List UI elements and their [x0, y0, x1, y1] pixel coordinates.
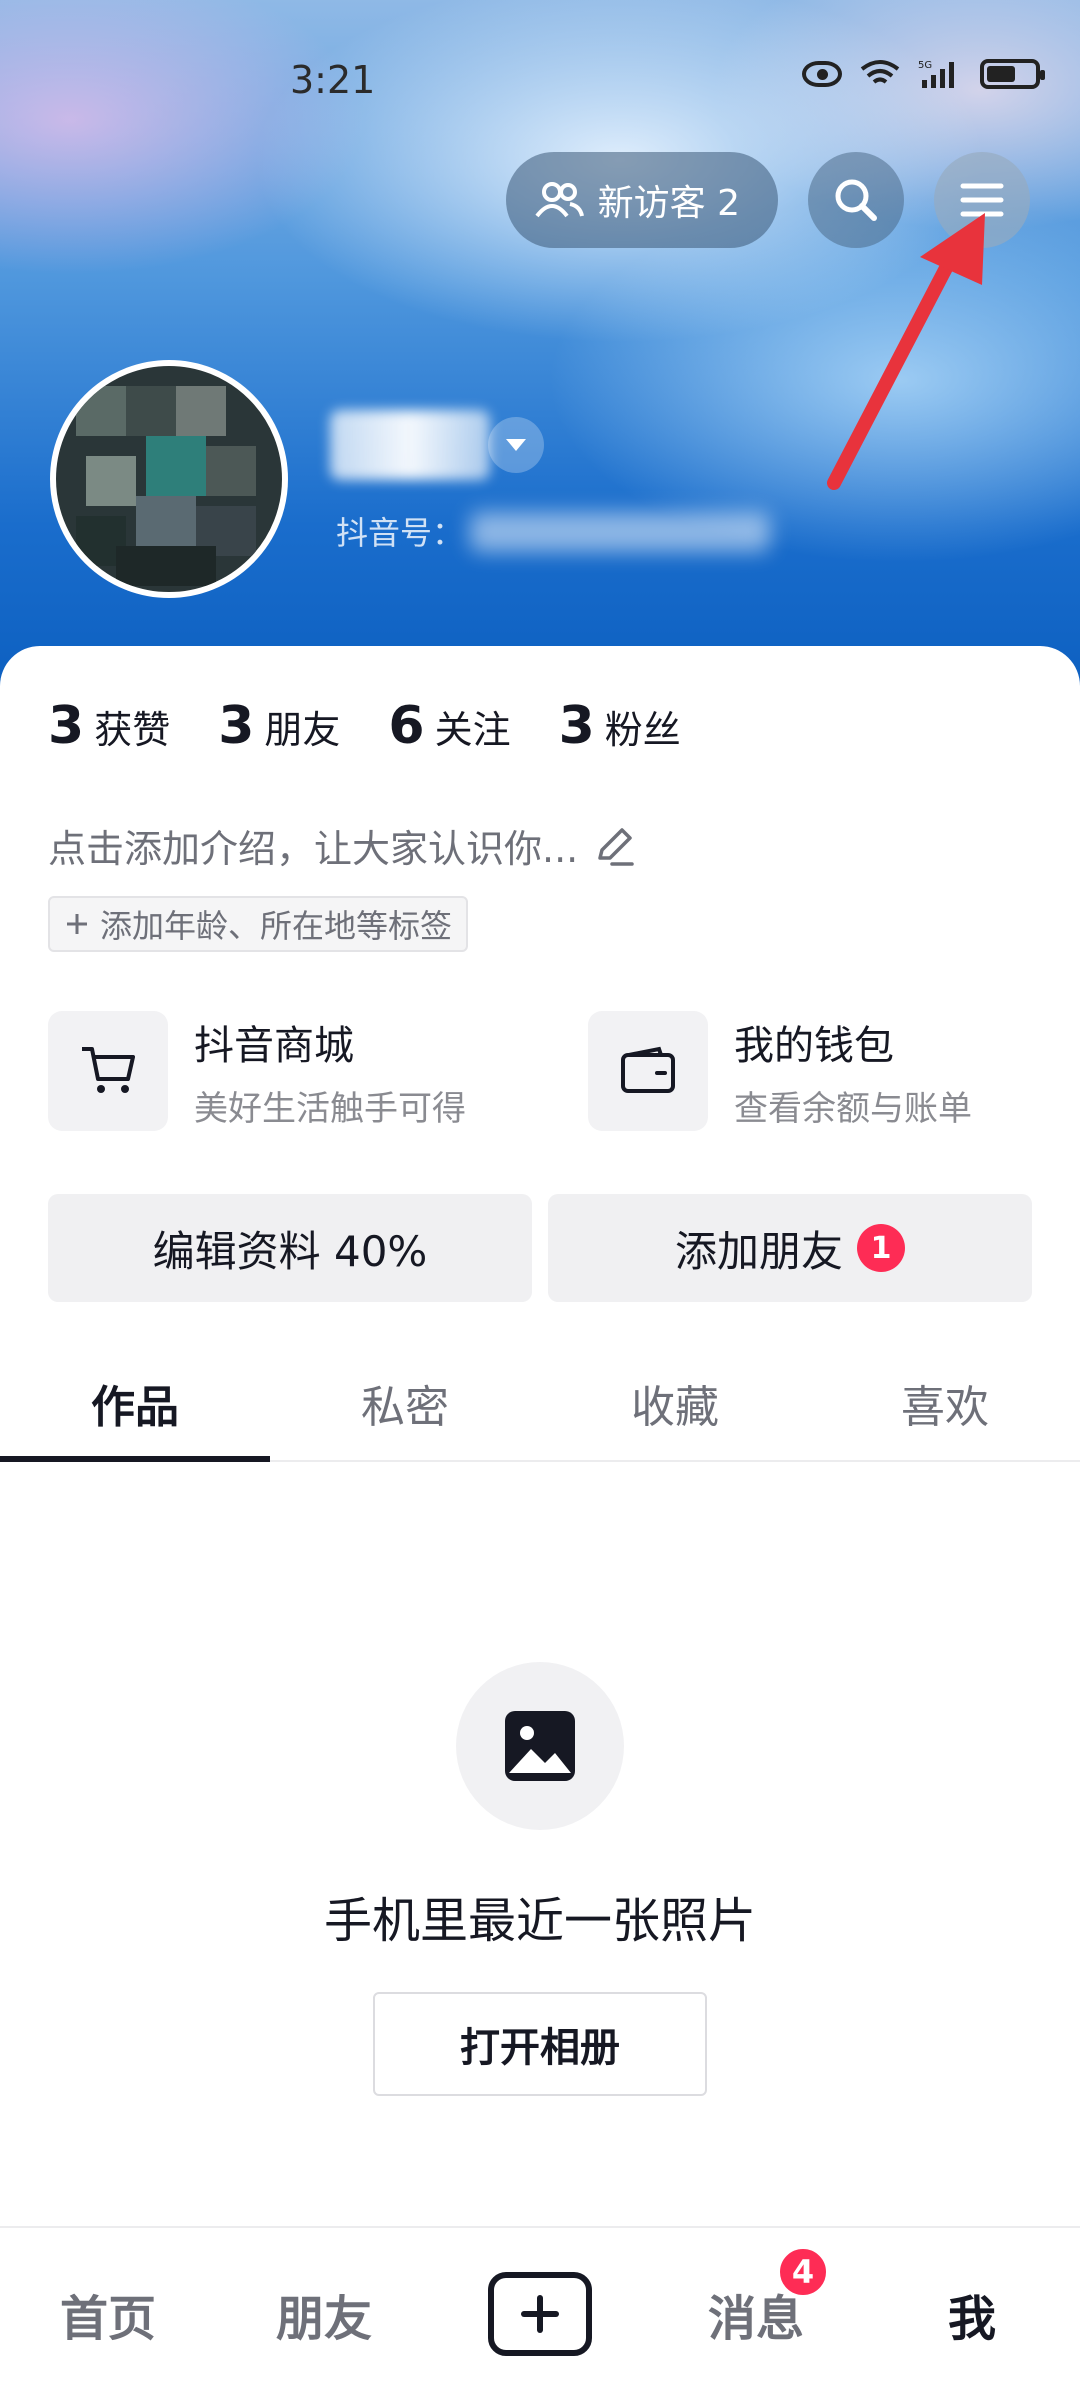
tab-works[interactable]: 作品 [0, 1346, 270, 1462]
plus-icon [521, 2295, 559, 2333]
stat-number: 6 [388, 696, 425, 756]
pencil-icon [598, 827, 634, 866]
service-subtitle: 查看余额与账单 [734, 1088, 972, 1129]
nav-messages[interactable]: 消息 4 [648, 2245, 864, 2349]
messages-badge: 4 [776, 2245, 830, 2299]
stat-number: 3 [558, 696, 595, 756]
add-tags-button[interactable]: 添加年龄、所在地等标签 [48, 896, 469, 952]
avatar[interactable] [50, 360, 288, 598]
chevron-down-icon [506, 439, 526, 451]
stat-followers[interactable]: 3 粉丝 [559, 696, 681, 756]
username-blurred [330, 410, 490, 480]
add-friend-button[interactable]: 添加朋友 1 [548, 1194, 1032, 1302]
add-tags-label: 添加年龄、所在地等标签 [100, 907, 453, 945]
edit-profile-label: 编辑资料 40% [152, 1226, 428, 1276]
edit-profile-button[interactable]: 编辑资料 40% [48, 1194, 532, 1302]
service-title: 我的钱包 [734, 1022, 894, 1069]
stat-label: 获赞 [94, 708, 171, 752]
service-subtitle: 美好生活触手可得 [194, 1088, 466, 1129]
stat-number: 3 [48, 696, 85, 756]
wifi-icon [860, 60, 900, 84]
bio-placeholder: 点击添加介绍，让大家认识你... [48, 827, 579, 871]
new-visitors-button[interactable]: 新访客 2 [505, 152, 778, 248]
nav-create[interactable] [432, 2272, 648, 2356]
douyin-id-label: 抖音号： [336, 514, 465, 552]
wallet-entry[interactable]: 我的钱包 查看余额与账单 [588, 1011, 972, 1131]
create-button[interactable] [488, 2272, 592, 2356]
status-time: 3:21 [290, 58, 376, 102]
tab-favorites[interactable]: 收藏 [540, 1346, 810, 1460]
stat-friends[interactable]: 3 朋友 [218, 696, 340, 756]
stat-label: 朋友 [264, 708, 341, 752]
wallet-icon-box [588, 1011, 708, 1131]
tab-likes[interactable]: 喜欢 [810, 1346, 1080, 1460]
svg-text:5G: 5G [918, 60, 932, 71]
wallet-icon [621, 1046, 675, 1093]
cart-icon-box [48, 1011, 168, 1131]
eye-icon [802, 61, 842, 87]
status-bar: 3:21 5G [0, 0, 1080, 150]
status-icons: 5G [802, 58, 1045, 90]
stats-row: 3 获赞 3 朋友 6 关注 3 粉丝 [48, 696, 681, 756]
battery-icon [980, 59, 1045, 89]
douyin-mall-entry[interactable]: 抖音商城 美好生活触手可得 [48, 1011, 466, 1131]
nav-me[interactable]: 我 [864, 2279, 1080, 2349]
stat-likes[interactable]: 3 获赞 [48, 696, 170, 756]
stat-following[interactable]: 6 关注 [388, 696, 510, 756]
empty-state-title: 手机里最近一张照片 [323, 1893, 756, 1949]
nav-friends[interactable]: 朋友 [216, 2279, 432, 2349]
add-friend-badge: 1 [857, 1224, 905, 1272]
add-friend-label: 添加朋友 [674, 1226, 843, 1276]
cart-icon [82, 1047, 135, 1093]
image-icon [505, 1711, 575, 1781]
nav-home[interactable]: 首页 [0, 2279, 216, 2349]
stat-label: 粉丝 [604, 708, 681, 752]
stat-number: 3 [218, 696, 255, 756]
plus-icon [67, 914, 87, 934]
content-tabs: 作品 私密 收藏 喜欢 [0, 1346, 1080, 1462]
annotation-arrow [827, 213, 985, 490]
bio-edit[interactable]: 点击添加介绍，让大家认识你... [48, 818, 636, 873]
profile-content: 3 获赞 3 朋友 6 关注 3 粉丝 点击添加介绍，让大家认识你... 添加年… [0, 646, 1080, 2226]
visitors-icon [535, 182, 584, 218]
stat-label: 关注 [434, 708, 511, 752]
new-visitors-label: 新访客 2 [597, 183, 740, 224]
photo-placeholder [456, 1662, 624, 1830]
account-switch-button[interactable] [488, 417, 544, 473]
open-album-button[interactable]: 打开相册 [373, 1992, 707, 2096]
signal-icon: 5G [918, 60, 954, 88]
bottom-navigation: 首页 朋友 消息 4 我 [0, 2226, 1080, 2400]
tab-private[interactable]: 私密 [270, 1346, 540, 1460]
douyin-id-blurred [470, 512, 770, 552]
service-title: 抖音商城 [194, 1022, 354, 1069]
